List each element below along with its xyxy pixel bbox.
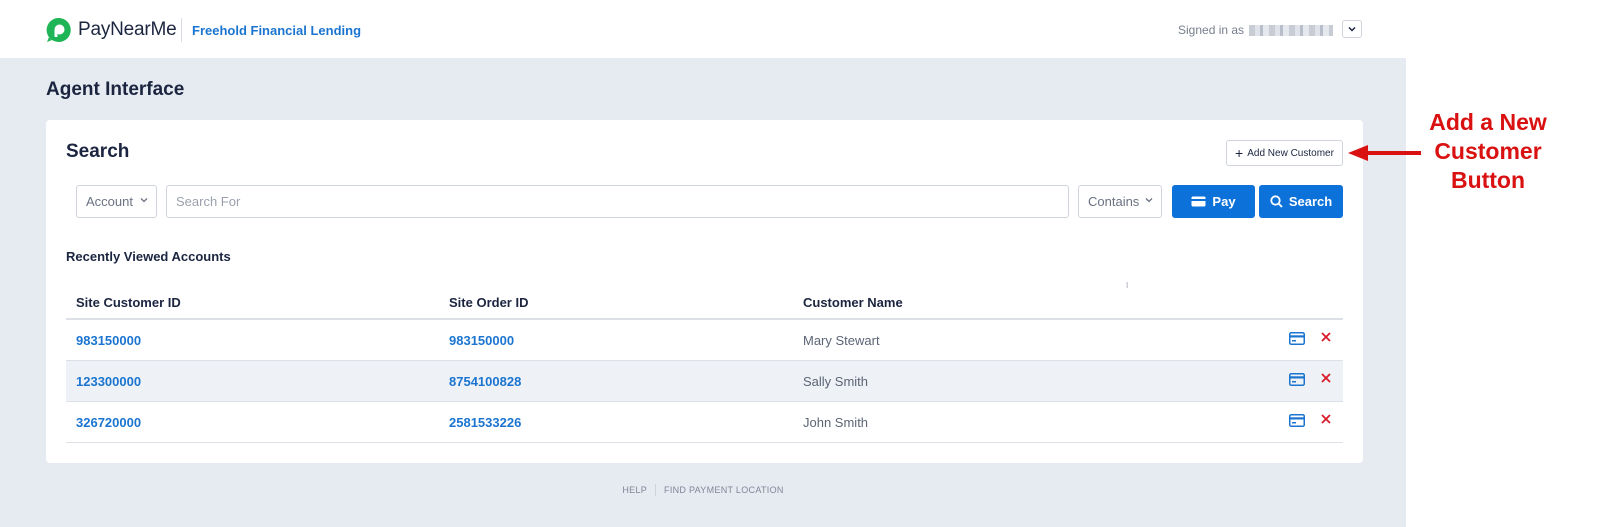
close-icon[interactable] [1320, 331, 1332, 343]
pay-label: Pay [1212, 194, 1236, 209]
chevron-down-icon [140, 198, 148, 203]
close-icon[interactable] [1320, 372, 1332, 384]
card-icon [1191, 196, 1206, 207]
arrow-left-icon [1348, 145, 1421, 161]
signed-in-info: Signed in as [1178, 23, 1334, 37]
table-row: 983150000 983150000 Mary Stewart [66, 320, 1343, 361]
search-card: Search + Add New Customer Account Contai… [46, 120, 1363, 463]
match-type-value: Contains [1088, 194, 1140, 209]
app-window: PayNearMe Freehold Financial Lending Sig… [0, 0, 1406, 527]
search-title: Search [66, 141, 130, 162]
footer-link-find-payment-location[interactable]: FIND PAYMENT LOCATION [664, 485, 784, 495]
pay-button[interactable]: Pay [1172, 185, 1255, 218]
top-bar: PayNearMe Freehold Financial Lending Sig… [0, 0, 1406, 58]
brand-divider [181, 18, 182, 42]
table-header: Site Customer ID Site Order ID Customer … [66, 285, 1343, 320]
annotation-callout: Add a New Customer Button [1420, 108, 1556, 195]
order-id-link[interactable]: 983150000 [449, 333, 514, 348]
logo[interactable]: PayNearMe [46, 17, 177, 43]
search-field-select[interactable]: Account [76, 185, 157, 218]
logo-text: PayNearMe [78, 19, 177, 40]
order-id-link[interactable]: 8754100828 [449, 374, 521, 389]
search-label: Search [1288, 194, 1333, 209]
customer-name: Mary Stewart [803, 333, 880, 348]
chevron-down-icon [1348, 26, 1356, 32]
card-icon[interactable] [1289, 373, 1305, 386]
paynearme-logo-icon [46, 17, 71, 42]
customer-name: John Smith [803, 415, 869, 430]
plus-icon: + [1235, 145, 1244, 161]
footer-divider [655, 484, 657, 496]
footer: HELP FIND PAYMENT LOCATION [0, 484, 1406, 496]
customer-name: Sally Smith [803, 374, 869, 389]
page-title: Agent Interface [46, 79, 185, 100]
customer-id-link[interactable]: 123300000 [76, 374, 141, 389]
search-button[interactable]: Search [1259, 185, 1343, 218]
annotation-line: Add a New [1429, 109, 1547, 135]
order-id-link[interactable]: 2581533226 [449, 415, 521, 430]
signed-in-label: Signed in as [1178, 23, 1245, 37]
add-new-customer-button[interactable]: + Add New Customer [1226, 140, 1343, 166]
company-name[interactable]: Freehold Financial Lending [192, 23, 361, 38]
annotation-line: Button [1450, 167, 1526, 193]
close-icon[interactable] [1320, 413, 1332, 425]
match-type-select[interactable]: Contains [1078, 185, 1162, 218]
annotation-line: Customer [1434, 138, 1542, 164]
card-icon[interactable] [1289, 414, 1305, 427]
card-icon[interactable] [1289, 332, 1305, 345]
search-field-value: Account [86, 194, 133, 209]
customer-id-link[interactable]: 326720000 [76, 415, 141, 430]
footer-link-help[interactable]: HELP [622, 485, 647, 495]
table-row: 326720000 2581533226 John Smith [66, 402, 1343, 443]
customer-id-link[interactable]: 983150000 [76, 333, 141, 348]
chevron-down-icon [1145, 198, 1153, 203]
add-new-customer-label: Add New Customer [1247, 147, 1334, 159]
recent-accounts-title: Recently Viewed Accounts [66, 249, 231, 264]
column-header-customer-name: Customer Name [803, 295, 903, 310]
recent-accounts-table: Site Customer ID Site Order ID Customer … [66, 285, 1343, 443]
redacted-username [1249, 24, 1334, 36]
column-header-customer-id: Site Customer ID [76, 295, 181, 310]
user-menu-button[interactable] [1342, 20, 1362, 38]
table-row: 123300000 8754100828 Sally Smith [66, 361, 1343, 402]
column-header-order-id: Site Order ID [449, 295, 529, 310]
search-input[interactable] [166, 185, 1069, 218]
search-icon [1270, 195, 1283, 208]
